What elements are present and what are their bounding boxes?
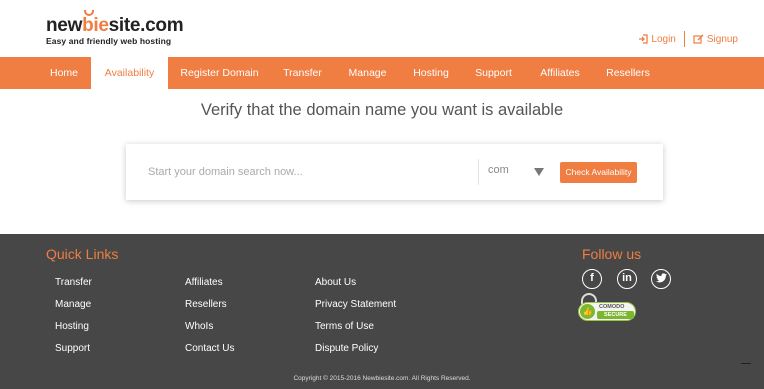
login-link[interactable]: Login	[638, 33, 676, 45]
site-footer: Quick Links Follow us Transfer Manage Ho…	[0, 234, 764, 389]
nav-item-hosting[interactable]: Hosting	[401, 57, 461, 89]
nav-item-affiliates[interactable]: Affiliates	[526, 57, 594, 89]
auth-divider	[683, 31, 685, 47]
footer-link-support[interactable]: Support	[55, 343, 92, 365]
login-label: Login	[651, 33, 676, 45]
footer-link-resellers[interactable]: Resellers	[185, 299, 234, 321]
footer-links-col-3: About Us Privacy Statement Terms of Use …	[315, 277, 396, 365]
footer-link-contact-us[interactable]: Contact Us	[185, 343, 234, 365]
copyright-text: Copyright © 2015-2016 Newbiesite.com. Al…	[293, 375, 471, 382]
nav-item-resellers[interactable]: Resellers	[594, 57, 662, 89]
dropdown-arrow-icon[interactable]	[534, 168, 544, 176]
footer-link-dispute-policy[interactable]: Dispute Policy	[315, 343, 396, 365]
auth-links: Login Signup	[638, 31, 738, 47]
footer-divider	[741, 363, 751, 364]
domain-search-box: com Check Availability	[126, 144, 663, 200]
comodo-secure-badge[interactable]: 👍 COMODO SECURE	[578, 293, 638, 323]
check-availability-button[interactable]: Check Availability	[560, 162, 637, 183]
footer-link-manage[interactable]: Manage	[55, 299, 92, 321]
logo-part-site: site.com	[108, 15, 184, 36]
footer-link-terms-of-use[interactable]: Terms of Use	[315, 321, 396, 343]
follow-us-title: Follow us	[582, 246, 642, 262]
nav-item-home[interactable]: Home	[37, 57, 91, 89]
badge-comodo-text: COMODO	[599, 304, 625, 310]
twitter-bird-glyph	[655, 273, 667, 283]
footer-link-whois[interactable]: WhoIs	[185, 321, 234, 343]
nav-item-availability[interactable]: Availability	[91, 57, 168, 90]
edit-icon	[693, 34, 704, 44]
footer-link-about-us[interactable]: About Us	[315, 277, 396, 299]
logo-part-bie: bie	[82, 15, 109, 36]
signup-label: Signup	[706, 33, 738, 45]
footer-link-privacy-statement[interactable]: Privacy Statement	[315, 299, 396, 321]
footer-links-col-1: Transfer Manage Hosting Support	[55, 277, 92, 365]
footer-link-hosting[interactable]: Hosting	[55, 321, 92, 343]
linkedin-icon[interactable]: in	[617, 269, 637, 289]
footer-links-col-2: Affiliates Resellers WhoIs Contact Us	[185, 277, 234, 365]
thumbs-up-icon: 👍	[580, 304, 595, 319]
page-headline: Verify that the domain name you want is …	[200, 101, 564, 119]
logo-part-new: new	[46, 15, 83, 36]
login-icon	[639, 34, 649, 44]
facebook-icon[interactable]: f	[582, 269, 602, 289]
footer-link-affiliates[interactable]: Affiliates	[185, 277, 234, 299]
twitter-icon[interactable]	[651, 269, 671, 289]
badge-body: 👍 COMODO SECURE	[578, 302, 636, 321]
site-header: newbiesite.com Easy and friendly web hos…	[0, 0, 764, 57]
logo-wordmark: newbiesite.com	[46, 10, 184, 36]
footer-link-transfer[interactable]: Transfer	[55, 277, 92, 299]
nav-item-register-domain[interactable]: Register Domain	[168, 57, 271, 89]
tld-divider	[478, 159, 479, 185]
logo-tagline: Easy and friendly web hosting	[46, 36, 172, 46]
signup-link[interactable]: Signup	[693, 34, 738, 45]
nav-item-manage[interactable]: Manage	[334, 57, 401, 89]
nav-item-support[interactable]: Support	[461, 57, 526, 89]
domain-search-input[interactable]	[148, 161, 468, 183]
tld-select[interactable]: com	[488, 164, 509, 176]
site-logo[interactable]: newbiesite.com Easy and friendly web hos…	[46, 10, 184, 46]
main-nav: Home Availability Register Domain Transf…	[0, 57, 764, 90]
nav-item-transfer[interactable]: Transfer	[271, 57, 334, 89]
quick-links-title: Quick Links	[46, 246, 119, 262]
badge-secure-text: SECURE	[597, 311, 634, 319]
